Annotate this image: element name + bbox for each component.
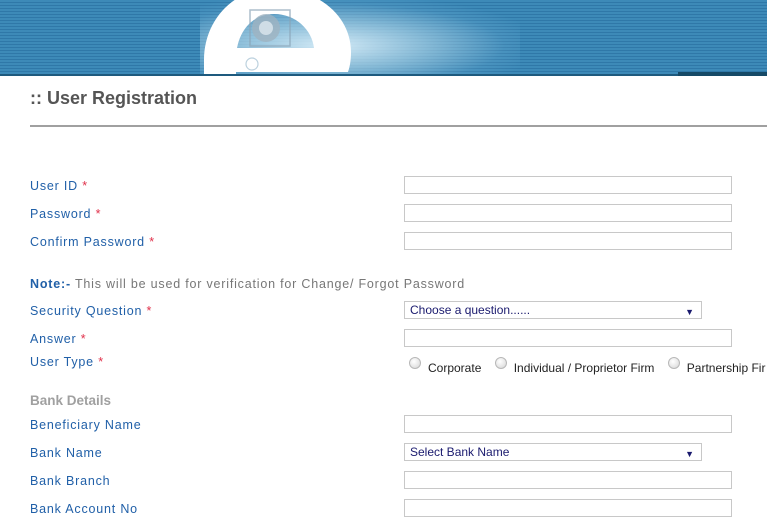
user-type-option-corporate[interactable]: Corporate bbox=[409, 357, 482, 375]
page-title: :: User Registration bbox=[30, 88, 198, 108]
user-id-label: User ID * bbox=[30, 179, 88, 193]
confirm-password-input[interactable] bbox=[404, 232, 732, 250]
verification-note: Note:- This will be used for verificatio… bbox=[30, 277, 465, 291]
beneficiary-name-label: Beneficiary Name bbox=[30, 418, 142, 432]
beneficiary-name-input[interactable] bbox=[404, 415, 732, 433]
bank-name-select[interactable]: Select Bank Name ▼ bbox=[404, 443, 702, 461]
confirm-password-label-text: Confirm Password bbox=[30, 235, 145, 249]
bank-account-no-label: Bank Account No bbox=[30, 502, 138, 516]
bank-name-label: Bank Name bbox=[30, 446, 103, 460]
user-id-input[interactable] bbox=[404, 176, 732, 194]
title-divider bbox=[30, 125, 767, 127]
answer-label: Answer * bbox=[30, 332, 86, 346]
password-label-text: Password bbox=[30, 207, 92, 221]
password-label: Password * bbox=[30, 207, 101, 221]
note-prefix: Note:- bbox=[30, 277, 71, 291]
note-text: This will be used for verification for C… bbox=[70, 277, 465, 291]
required-marker: * bbox=[80, 332, 87, 346]
required-marker: * bbox=[82, 179, 88, 193]
user-type-radio-group: Corporate Individual / Proprietor Firm P… bbox=[409, 357, 767, 375]
required-marker: * bbox=[146, 304, 153, 318]
bank-name-selected: Select Bank Name bbox=[410, 445, 510, 459]
user-type-label-text: User Type bbox=[30, 355, 94, 369]
dropdown-arrow-icon: ▼ bbox=[685, 307, 694, 317]
bank-branch-label: Bank Branch bbox=[30, 474, 111, 488]
banner-bottom-line bbox=[0, 74, 767, 76]
required-marker: * bbox=[98, 355, 104, 369]
user-id-label-text: User ID bbox=[30, 179, 78, 193]
security-question-label-text: Security Question bbox=[30, 304, 143, 318]
bank-account-no-input[interactable] bbox=[404, 499, 732, 517]
user-type-label: User Type * bbox=[30, 355, 104, 369]
bank-details-heading: Bank Details bbox=[30, 393, 112, 408]
user-type-option-partnership[interactable]: Partnership Fir bbox=[667, 357, 766, 375]
radio-label: Corporate bbox=[428, 361, 482, 375]
required-marker: * bbox=[149, 235, 155, 249]
header-banner bbox=[0, 0, 767, 76]
user-type-option-individual[interactable]: Individual / Proprietor Firm bbox=[494, 357, 655, 375]
required-marker: * bbox=[95, 207, 102, 221]
answer-input[interactable] bbox=[404, 329, 732, 347]
radio-button[interactable] bbox=[409, 357, 421, 369]
banner-bottom-accent bbox=[678, 72, 767, 76]
security-question-selected: Choose a question...... bbox=[410, 303, 531, 317]
radio-label: Partnership Fir bbox=[686, 361, 766, 375]
bank-branch-input[interactable] bbox=[404, 471, 732, 489]
confirm-password-label: Confirm Password * bbox=[30, 235, 155, 249]
password-input[interactable] bbox=[404, 204, 732, 222]
security-question-select[interactable]: Choose a question...... ▼ bbox=[404, 301, 702, 319]
radio-label: Individual / Proprietor Firm bbox=[513, 361, 655, 375]
dropdown-arrow-icon: ▼ bbox=[685, 449, 694, 459]
security-question-label: Security Question * bbox=[30, 304, 152, 318]
radio-button[interactable] bbox=[667, 357, 680, 369]
radio-button[interactable] bbox=[494, 357, 507, 369]
answer-label-text: Answer bbox=[30, 332, 77, 346]
e-logo-icon bbox=[204, 0, 351, 76]
